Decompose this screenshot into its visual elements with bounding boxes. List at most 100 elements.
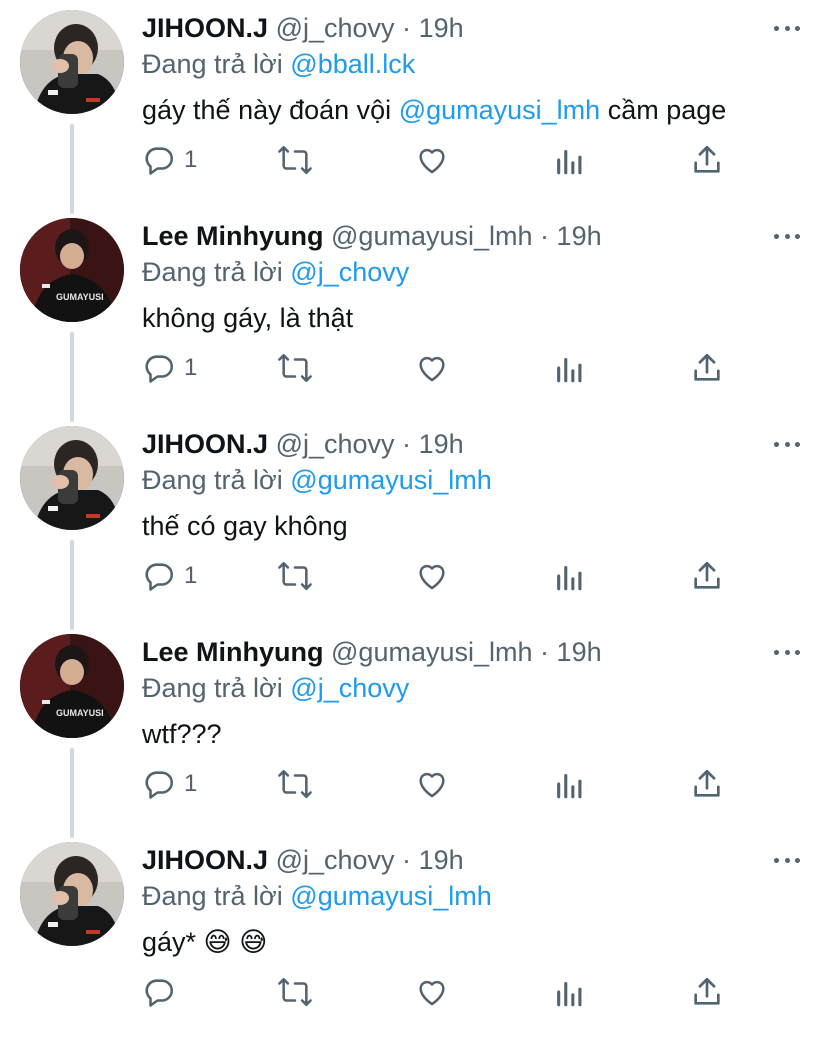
heart-icon — [419, 148, 445, 174]
tweet[interactable]: JIHOON.J @j_chovy · 19h Đang trả lời @bb… — [0, 0, 828, 208]
like-button[interactable] — [415, 348, 449, 388]
jihoon-avatar-image — [20, 426, 124, 530]
avatar[interactable] — [20, 10, 124, 114]
analytics-button[interactable] — [554, 556, 586, 596]
reply-button[interactable] — [142, 972, 184, 1012]
jihoon-avatar-image — [20, 842, 124, 946]
avatar[interactable]: GUMAYUSI — [20, 634, 124, 738]
tweet-text: không gáy, là thật — [142, 299, 353, 339]
retweet-button[interactable] — [276, 348, 314, 388]
share-button[interactable] — [690, 972, 724, 1012]
reply-button[interactable]: 1 — [142, 140, 197, 180]
share-icon — [694, 561, 720, 589]
replying-to-label: Đang trả lời — [142, 465, 283, 495]
avatar[interactable] — [20, 842, 124, 946]
share-button[interactable] — [690, 348, 724, 388]
svg-text:GUMAYUSI: GUMAYUSI — [56, 708, 104, 718]
retweet-icon — [278, 145, 312, 175]
reply-count: 1 — [184, 562, 198, 589]
more-icon[interactable] — [774, 848, 800, 872]
timestamp[interactable]: 19h — [557, 637, 602, 667]
user-handle[interactable]: @gumayusi_lmh — [331, 637, 533, 667]
tweet-text-part: thế có gay không — [142, 511, 348, 541]
more-icon[interactable] — [774, 432, 800, 456]
replying-to-mention[interactable]: @gumayusi_lmh — [290, 465, 492, 495]
tweet-text-part: gáy thế này đoán vội — [142, 95, 399, 125]
avatar[interactable]: GUMAYUSI — [20, 218, 124, 322]
display-name[interactable]: Lee Minhyung — [142, 221, 324, 251]
user-handle[interactable]: @j_chovy — [276, 13, 395, 43]
minhyung-avatar-image: GUMAYUSI — [20, 634, 124, 738]
retweet-button[interactable] — [276, 556, 314, 596]
replying-to: Đang trả lời @j_chovy — [142, 254, 409, 290]
tweet-mention[interactable]: @gumayusi_lmh — [399, 95, 601, 125]
tweet[interactable]: GUMAYUSI Lee Minhyung @gumayusi_lmh · 19… — [0, 624, 828, 832]
reply-icon — [145, 771, 174, 799]
user-handle[interactable]: @j_chovy — [276, 845, 395, 875]
analytics-button[interactable] — [554, 140, 586, 180]
display-name[interactable]: JIHOON.J — [142, 429, 268, 459]
heart-icon — [419, 356, 445, 382]
analytics-icon — [557, 149, 582, 175]
like-button[interactable] — [415, 140, 449, 180]
separator-dot: · — [402, 13, 412, 43]
action-bar — [0, 972, 828, 1012]
display-name[interactable]: JIHOON.J — [142, 13, 268, 43]
analytics-button[interactable] — [554, 348, 586, 388]
share-button[interactable] — [690, 140, 724, 180]
user-handle[interactable]: @j_chovy — [276, 429, 395, 459]
tweet-text: thế có gay không — [142, 507, 348, 547]
retweet-icon — [278, 561, 312, 591]
replying-to: Đang trả lời @bball.lck — [142, 46, 415, 82]
reply-count: 1 — [184, 354, 198, 381]
replying-to-mention[interactable]: @bball.lck — [290, 49, 415, 79]
tweet[interactable]: GUMAYUSI Lee Minhyung @gumayusi_lmh · 19… — [0, 208, 828, 416]
more-icon[interactable] — [774, 224, 800, 248]
tweet[interactable]: JIHOON.J @j_chovy · 19h Đang trả lời @gu… — [0, 832, 828, 1040]
replying-to-label: Đang trả lời — [142, 49, 283, 79]
share-icon — [694, 977, 720, 1005]
display-name[interactable]: JIHOON.J — [142, 845, 268, 875]
replying-to: Đang trả lời @gumayusi_lmh — [142, 462, 492, 498]
reply-button[interactable]: 1 — [142, 764, 197, 804]
tweet-text-part: wtf??? — [142, 719, 222, 749]
analytics-icon — [557, 981, 582, 1007]
replying-to-mention[interactable]: @j_chovy — [290, 673, 409, 703]
display-name[interactable]: Lee Minhyung — [142, 637, 324, 667]
share-icon — [694, 353, 720, 381]
separator-dot: · — [402, 429, 412, 459]
share-button[interactable] — [690, 764, 724, 804]
reply-count: 1 — [184, 146, 198, 173]
separator-dot: · — [540, 637, 550, 667]
retweet-icon — [278, 353, 312, 383]
jihoon-avatar-image — [20, 10, 124, 114]
retweet-icon — [278, 977, 312, 1007]
timestamp[interactable]: 19h — [419, 13, 464, 43]
reply-button[interactable]: 1 — [142, 556, 197, 596]
tweet-text-part: cầm page — [600, 95, 727, 125]
more-icon[interactable] — [774, 16, 800, 40]
user-handle[interactable]: @gumayusi_lmh — [331, 221, 533, 251]
retweet-button[interactable] — [276, 972, 314, 1012]
like-button[interactable] — [415, 764, 449, 804]
reply-button[interactable]: 1 — [142, 348, 197, 388]
more-icon[interactable] — [774, 640, 800, 664]
timestamp[interactable]: 19h — [419, 429, 464, 459]
timestamp[interactable]: 19h — [419, 845, 464, 875]
timestamp[interactable]: 19h — [557, 221, 602, 251]
analytics-button[interactable] — [554, 764, 586, 804]
like-button[interactable] — [415, 556, 449, 596]
retweet-button[interactable] — [276, 140, 314, 180]
tweet-text: gáy thế này đoán vội @gumayusi_lmh cầm p… — [142, 91, 726, 131]
tweet[interactable]: JIHOON.J @j_chovy · 19h Đang trả lời @gu… — [0, 416, 828, 624]
replying-to-mention[interactable]: @gumayusi_lmh — [290, 881, 492, 911]
action-bar: 1 — [0, 348, 828, 388]
analytics-button[interactable] — [554, 972, 586, 1012]
analytics-icon — [557, 773, 582, 799]
action-bar: 1 — [0, 764, 828, 804]
avatar[interactable] — [20, 426, 124, 530]
share-button[interactable] — [690, 556, 724, 596]
replying-to-mention[interactable]: @j_chovy — [290, 257, 409, 287]
retweet-button[interactable] — [276, 764, 314, 804]
like-button[interactable] — [415, 972, 449, 1012]
